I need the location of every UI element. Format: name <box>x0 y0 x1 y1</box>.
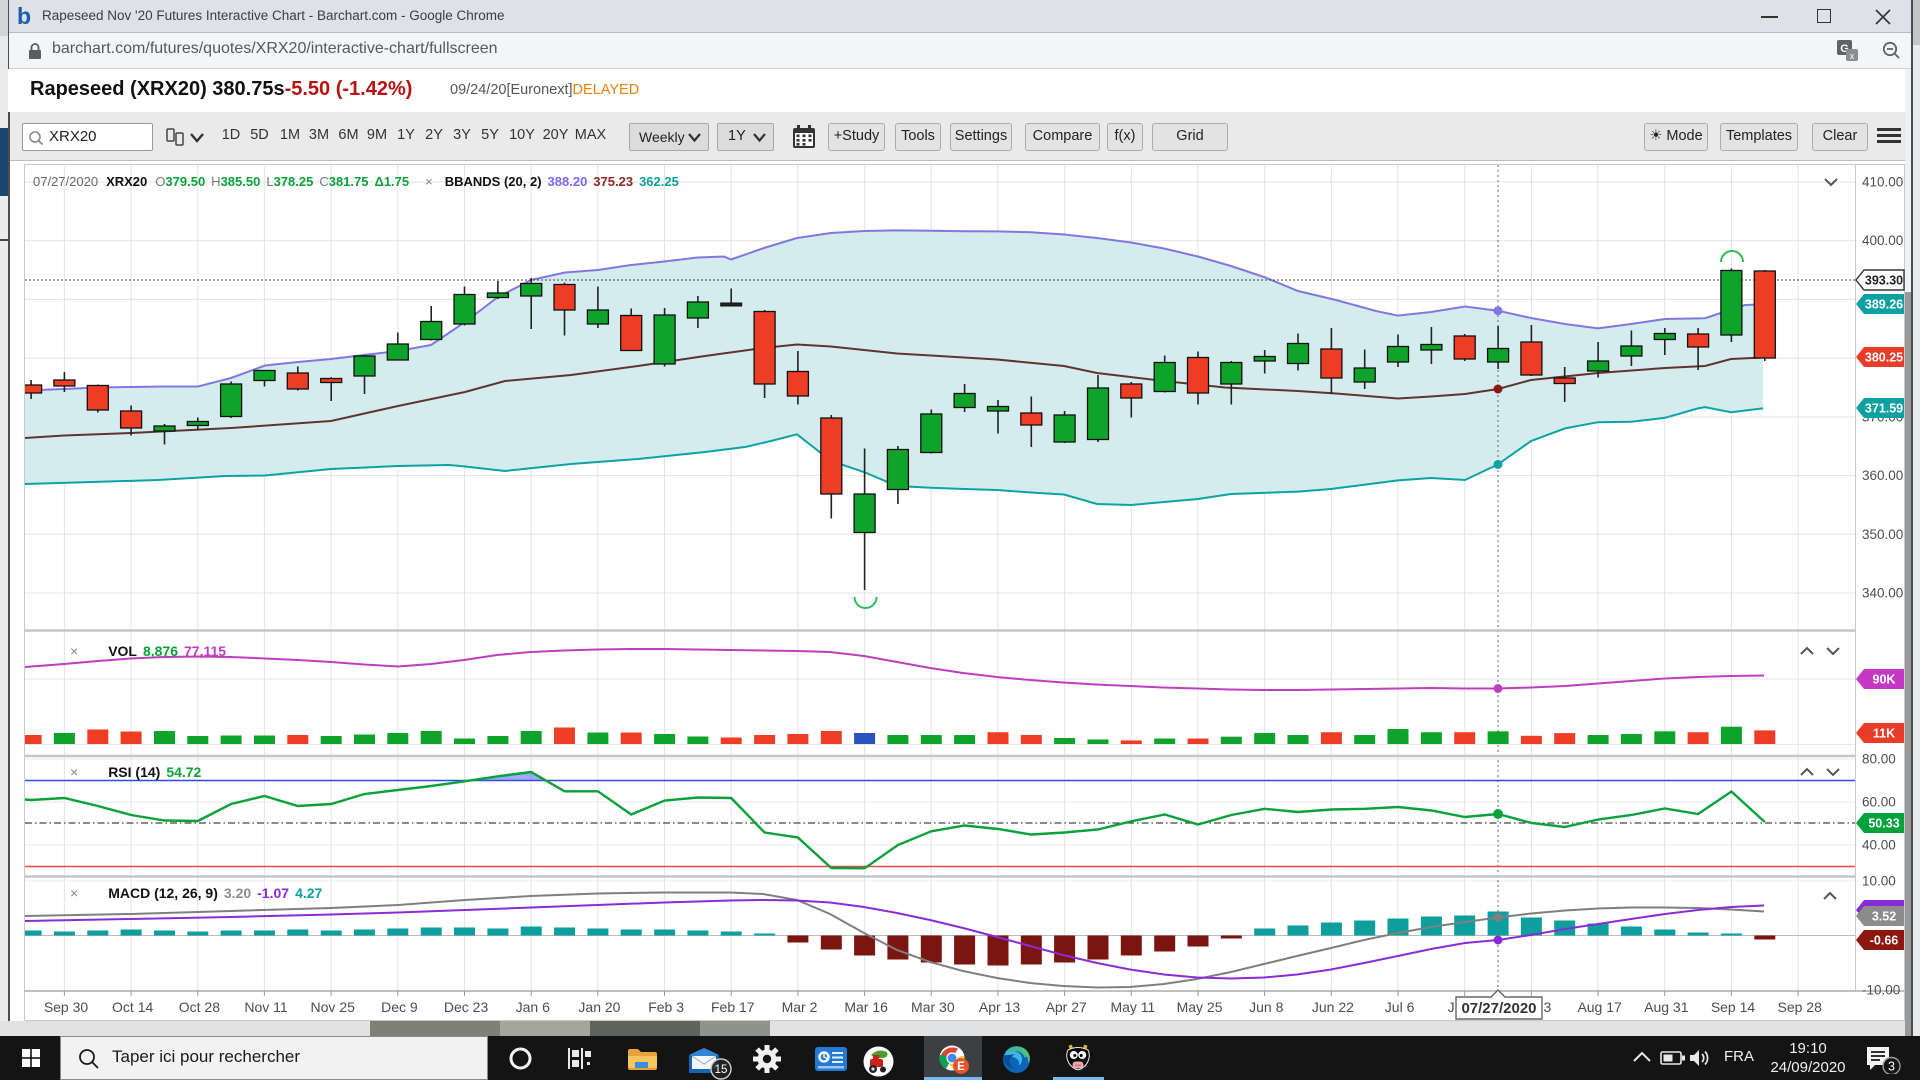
svg-text:3.52: 3.52 <box>1872 910 1896 924</box>
svg-text:x: x <box>1850 51 1855 61</box>
svg-text:Nov 25: Nov 25 <box>311 999 356 1015</box>
svg-text:393.30: 393.30 <box>1865 274 1903 288</box>
svg-text:340.00: 340.00 <box>1862 586 1903 601</box>
svg-text:11K: 11K <box>1873 727 1895 741</box>
svg-text:Sep 28: Sep 28 <box>1777 999 1822 1015</box>
svg-text:Aug 31: Aug 31 <box>1644 999 1689 1015</box>
svg-text:Apr 13: Apr 13 <box>979 999 1020 1015</box>
svg-text:40.00: 40.00 <box>1862 838 1896 853</box>
svg-text:Sep 14: Sep 14 <box>1711 999 1756 1015</box>
svg-text:Apr 27: Apr 27 <box>1046 999 1087 1015</box>
svg-text:90K: 90K <box>1873 673 1896 687</box>
svg-text:410.00: 410.00 <box>1862 175 1903 190</box>
svg-text:Sep 30: Sep 30 <box>44 999 89 1015</box>
svg-text:80.00: 80.00 <box>1862 752 1896 767</box>
svg-text:E: E <box>957 1061 965 1073</box>
svg-text:360.00: 360.00 <box>1862 468 1903 483</box>
svg-text:371.59: 371.59 <box>1865 402 1903 416</box>
svg-text:×MACD (12, 26, 9)3.20-1.074.27: ×MACD (12, 26, 9)3.20-1.074.27 <box>70 885 323 901</box>
svg-text:380.25: 380.25 <box>1865 351 1903 365</box>
svg-text:389.26: 389.26 <box>1865 298 1903 312</box>
svg-text:400.00: 400.00 <box>1862 233 1903 248</box>
svg-text:Jun 22: Jun 22 <box>1312 999 1354 1015</box>
svg-text:Dec 23: Dec 23 <box>444 999 489 1015</box>
svg-text:Mar 16: Mar 16 <box>844 999 888 1015</box>
svg-text:Mar 2: Mar 2 <box>782 999 818 1015</box>
svg-text:Oct 28: Oct 28 <box>179 999 220 1015</box>
svg-text:Jul 6: Jul 6 <box>1385 999 1415 1015</box>
svg-text:May 11: May 11 <box>1110 999 1155 1015</box>
svg-text:Feb 3: Feb 3 <box>648 999 684 1015</box>
svg-text:3: 3 <box>1888 1060 1895 1074</box>
svg-text:50.33: 50.33 <box>1868 817 1899 831</box>
svg-text:60.00: 60.00 <box>1862 795 1896 810</box>
svg-text:Aug 17: Aug 17 <box>1577 999 1622 1015</box>
svg-text:Mar 30: Mar 30 <box>911 999 955 1015</box>
svg-text:350.00: 350.00 <box>1862 527 1903 542</box>
svg-text:10.00: 10.00 <box>1862 874 1896 889</box>
svg-text:-0.66: -0.66 <box>1870 934 1899 948</box>
svg-text:Dec 9: Dec 9 <box>381 999 418 1015</box>
svg-text:07/27/2020XRX20O379.50H385.50L: 07/27/2020XRX20O379.50H385.50L378.25C381… <box>33 174 679 189</box>
svg-text:Jan 20: Jan 20 <box>578 999 620 1015</box>
svg-text:Jan 6: Jan 6 <box>516 999 550 1015</box>
svg-text:May 25: May 25 <box>1177 999 1223 1015</box>
svg-text:Nov 11: Nov 11 <box>244 999 288 1015</box>
svg-text:-10.00: -10.00 <box>1862 983 1900 998</box>
svg-text:15: 15 <box>715 1064 728 1076</box>
svg-text:Feb 17: Feb 17 <box>711 999 755 1015</box>
svg-text:07/27/2020: 07/27/2020 <box>1461 1000 1536 1017</box>
svg-text:Jun 8: Jun 8 <box>1249 999 1283 1015</box>
svg-text:Oct 14: Oct 14 <box>112 999 153 1015</box>
